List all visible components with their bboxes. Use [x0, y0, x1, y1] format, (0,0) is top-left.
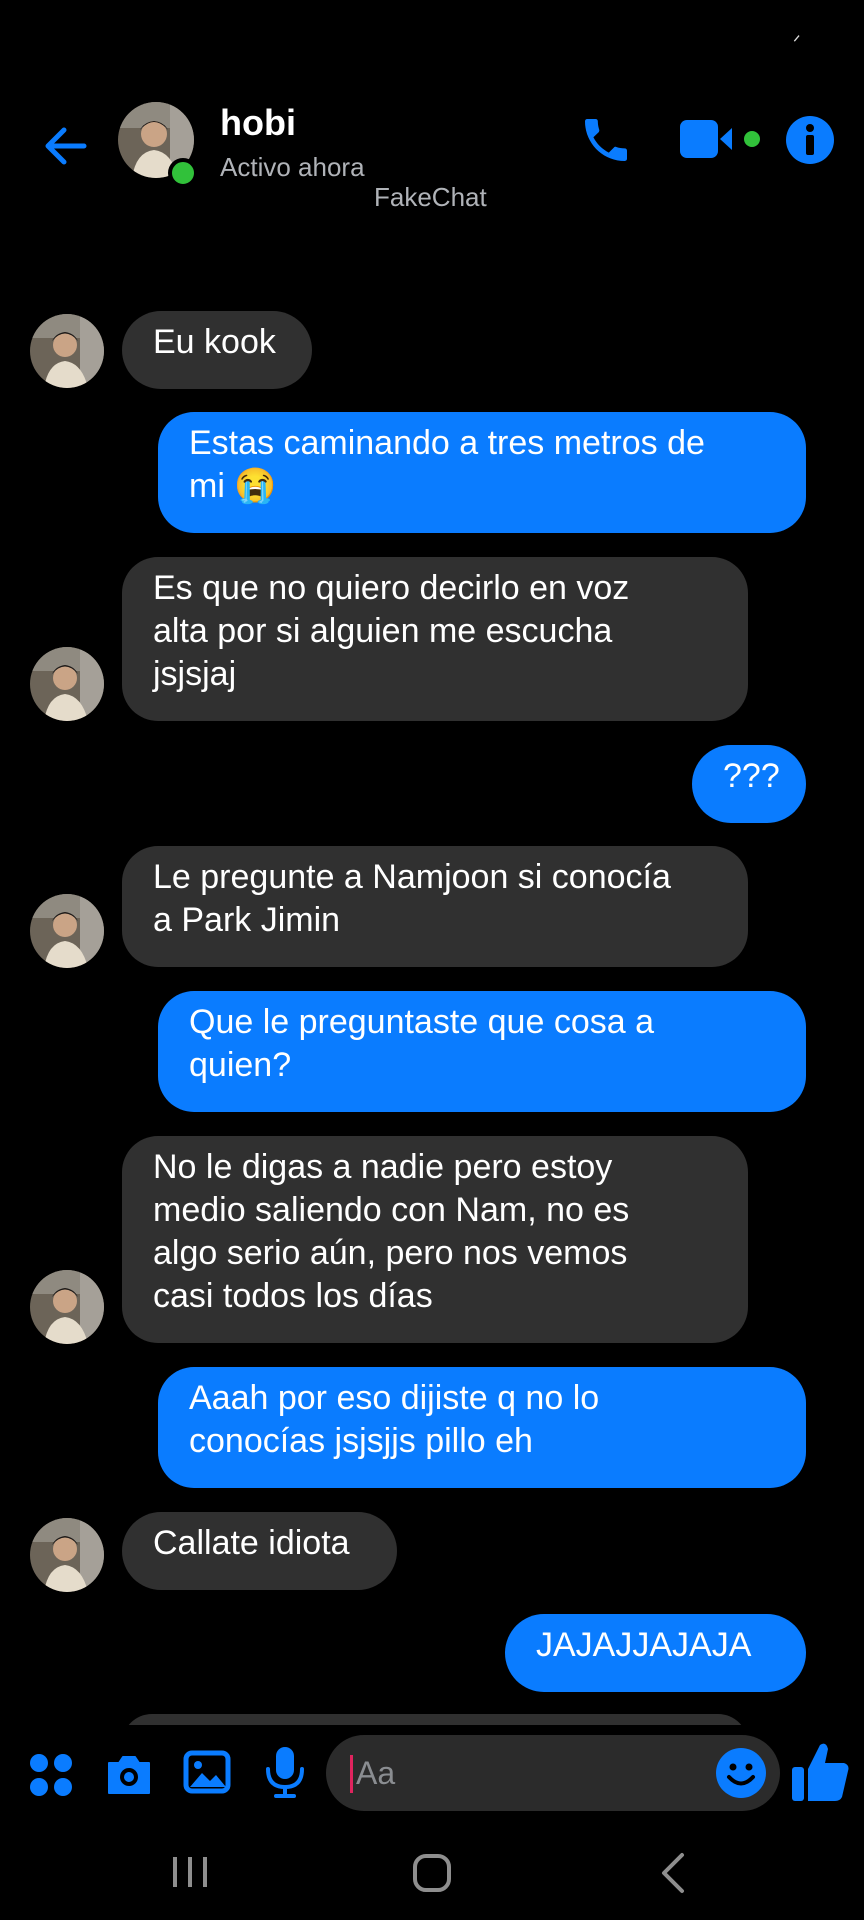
back-nav-icon[interactable]: [656, 1851, 690, 1895]
thumbs-up-icon[interactable]: [790, 1739, 852, 1805]
incoming-message[interactable]: Eu kook: [122, 311, 312, 389]
message-composer: Aa: [0, 1725, 864, 1825]
contact-name[interactable]: hobi: [220, 102, 296, 144]
message-avatar: [30, 314, 104, 388]
incoming-message[interactable]: No le digas a nadie pero estoy medio sal…: [122, 1136, 748, 1343]
message-input[interactable]: Aa: [326, 1735, 780, 1811]
back-arrow-icon[interactable]: [40, 120, 92, 172]
message-avatar: [30, 894, 104, 968]
image-icon[interactable]: [182, 1747, 232, 1797]
recents-icon[interactable]: [170, 1853, 210, 1891]
watermark: FakeChat: [374, 182, 487, 212]
incoming-message-partial[interactable]: [122, 1714, 748, 1725]
outgoing-message[interactable]: JAJAJJAJAJA: [505, 1614, 806, 1692]
incoming-message[interactable]: Callate idiota: [122, 1512, 397, 1590]
video-camera-icon[interactable]: [678, 114, 766, 166]
system-nav-bar: [0, 1825, 864, 1920]
outgoing-message[interactable]: ???: [692, 745, 806, 823]
chat-header: hobi Activo ahora FakeChat: [0, 90, 864, 240]
online-indicator: [168, 158, 198, 188]
message-avatar: [30, 647, 104, 721]
info-icon[interactable]: [784, 114, 836, 166]
apps-grid-icon[interactable]: [28, 1752, 74, 1798]
message-avatar: [30, 1518, 104, 1592]
incoming-message[interactable]: Le pregunte a Namjoon si conocía a Park …: [122, 846, 748, 967]
incoming-message[interactable]: Es que no quiero decirlo en voz alta por…: [122, 557, 748, 721]
home-icon[interactable]: [410, 1851, 454, 1895]
camera-icon[interactable]: [104, 1749, 154, 1799]
message-list[interactable]: Eu kook Estas caminando a tres metros de…: [0, 300, 864, 1725]
outgoing-message[interactable]: Aaah por eso dijiste q no lo conocías js…: [158, 1367, 806, 1488]
outgoing-message[interactable]: Estas caminando a tres metros de mi 😭: [158, 412, 806, 533]
contact-status: Activo ahora: [220, 152, 365, 182]
message-avatar: [30, 1270, 104, 1344]
phone-icon[interactable]: [578, 112, 634, 168]
outgoing-message[interactable]: Que le preguntaste que cosa a quien?: [158, 991, 806, 1112]
text-caret: [350, 1755, 353, 1793]
message-input-placeholder: Aa: [356, 1755, 396, 1791]
status-bar-mark: ᐟ: [793, 32, 801, 52]
emoji-icon[interactable]: [714, 1746, 768, 1800]
microphone-icon[interactable]: [262, 1745, 308, 1801]
